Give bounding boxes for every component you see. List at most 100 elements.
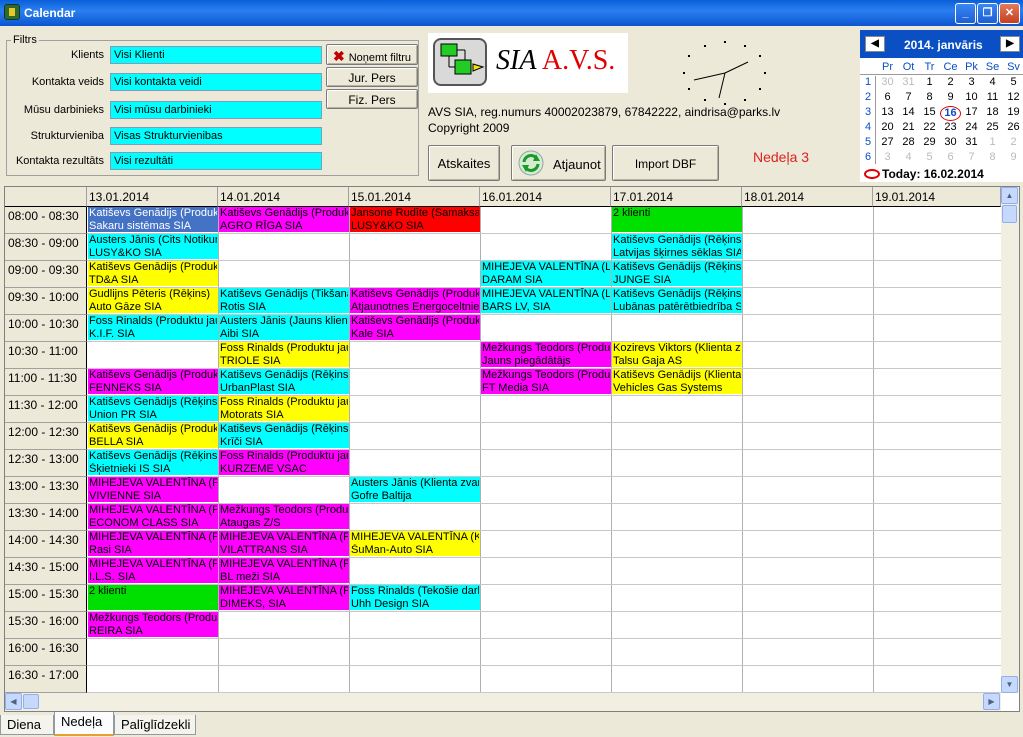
week-number[interactable]: 4: [861, 121, 875, 136]
appointment[interactable]: Katiševs Genādijs (Rēķins) JUNGE SIA: [612, 261, 742, 287]
appointment[interactable]: Kozirevs Viktors (Klienta zva Talsu Gaja …: [612, 342, 742, 368]
week-number[interactable]: 2: [861, 91, 875, 106]
appointment[interactable]: Katiševs Genādijs (Produktu Sakaru sistēm…: [88, 207, 218, 233]
appointment[interactable]: MIHEJEVA VALENTĪNA (Li DARAM SIA: [481, 261, 611, 287]
calendar-day[interactable]: 5: [919, 151, 940, 166]
close-button[interactable]: ✕: [999, 3, 1020, 24]
calendar-day[interactable]: 7: [961, 151, 982, 166]
calendar-day[interactable]: 24: [961, 121, 982, 136]
tab-nedela[interactable]: Nedeļa: [54, 712, 114, 736]
calendar-day[interactable]: 16: [940, 106, 961, 121]
appointment[interactable]: Katiševs Genādijs (Produkt Kale SIA: [350, 315, 480, 341]
calendar-day[interactable]: 4: [982, 76, 1003, 91]
date-header[interactable]: 13.01.2014: [87, 187, 218, 207]
appointment[interactable]: Katiševs Genādijs (Rēķins) Lubānas patērē…: [612, 288, 742, 314]
appointment[interactable]: Katiševs Genādijs (Produktu AGRO RĪGA SIA: [219, 207, 349, 233]
date-header[interactable]: 16.01.2014: [480, 187, 611, 207]
horizontal-scroll-thumb[interactable]: [23, 694, 39, 709]
calendar-day[interactable]: 1: [919, 76, 940, 91]
calendar-day[interactable]: 18: [982, 106, 1003, 121]
fiz-pers-button[interactable]: Fiz. Pers: [326, 89, 418, 109]
calendar-day[interactable]: 13: [877, 106, 898, 121]
calendar-day[interactable]: 12: [1003, 91, 1023, 106]
tab-diena[interactable]: Diena: [0, 715, 54, 735]
horizontal-scrollbar[interactable]: ◀ ▶: [5, 693, 1001, 711]
clear-filter-button[interactable]: ✖ Noņemt filtru: [326, 44, 418, 65]
calendar-day[interactable]: 26: [1003, 121, 1023, 136]
calendar-day[interactable]: 6: [877, 91, 898, 106]
appointment[interactable]: MIHEJEVA VALENTĪNA (P BL meži SIA: [219, 558, 349, 584]
calendar-day[interactable]: 3: [961, 76, 982, 91]
date-header[interactable]: 17.01.2014: [611, 187, 742, 207]
refresh-button[interactable]: Atjaunot: [511, 145, 606, 181]
appointment[interactable]: MIHEJEVA VALENTĪNA (P VIVIENNE SIA: [88, 477, 218, 503]
appointment[interactable]: MIHEJEVA VALENTĪNA (P ECONOM CLASS SIA: [88, 504, 218, 530]
calendar-day[interactable]: 17: [961, 106, 982, 121]
appointment[interactable]: Foss Rinalds (Produktu jaur Motorats SIA: [219, 396, 349, 422]
prev-month-button[interactable]: ◀: [865, 36, 885, 52]
appointment[interactable]: Austers Jānis (Jauns klients Aibi SIA: [219, 315, 349, 341]
appointment[interactable]: Foss Rinalds (Tekošie darbi Uhh Design SI…: [350, 585, 480, 611]
filter-field[interactable]: Visi rezultāti: [110, 152, 322, 170]
calendar-day[interactable]: 5: [1003, 76, 1023, 91]
calendar-day[interactable]: 7: [898, 91, 919, 106]
appointment[interactable]: 2 klienti: [612, 207, 742, 233]
scroll-down-icon[interactable]: ▼: [1001, 676, 1018, 693]
reports-button[interactable]: Atskaites: [428, 145, 500, 181]
appointment[interactable]: Mežkungs Teodors (Produk FT Media SIA: [481, 369, 611, 395]
appointment[interactable]: Gudlijns Pēteris (Rēķins) Auto Gāze SIA: [88, 288, 218, 314]
week-number[interactable]: 3: [861, 106, 875, 121]
calendar-day[interactable]: 9: [940, 91, 961, 106]
calendar-day[interactable]: 31: [898, 76, 919, 91]
appointment[interactable]: MIHEJEVA VALENTĪNA (P Rasi SIA: [88, 531, 218, 557]
calendar-day[interactable]: 22: [919, 121, 940, 136]
appointment[interactable]: Mežkungs Teodors (Produk REIRA SIA: [88, 612, 218, 638]
calendar-day[interactable]: 23: [940, 121, 961, 136]
calendar-day[interactable]: 8: [982, 151, 1003, 166]
jur-pers-button[interactable]: Jur. Pers: [326, 67, 418, 87]
date-header[interactable]: 15.01.2014: [349, 187, 480, 207]
appointment[interactable]: Foss Rinalds (Produktu jaur KURZEME VSAC: [219, 450, 349, 476]
appointment[interactable]: MIHEJEVA VALENTĪNA (P VILATTRANS SIA: [219, 531, 349, 557]
week-number[interactable]: 6: [861, 151, 875, 166]
calendar-day[interactable]: 21: [898, 121, 919, 136]
calendar-day[interactable]: 10: [961, 91, 982, 106]
appointment[interactable]: MIHEJEVA VALENTĪNA (P DIMEKS, SIA: [219, 585, 349, 611]
calendar-day[interactable]: 2: [1003, 136, 1023, 151]
appointment[interactable]: Katiševs Genādijs (Rēķins) Krīči SIA: [219, 423, 349, 449]
filter-field[interactable]: Visi mūsu darbinieki: [110, 101, 322, 119]
appointment[interactable]: Katiševs Genādijs (Produkt FENNEKS SIA: [88, 369, 218, 395]
import-dbf-button[interactable]: Import DBF: [612, 145, 719, 181]
appointment[interactable]: Katiševs Genādijs (Klienta z Vehicles Gas…: [612, 369, 742, 395]
appointment[interactable]: MIHEJEVA VALENTĪNA (P I.L.S. SIA: [88, 558, 218, 584]
appointment[interactable]: Katiševs Genādijs (Rēķins) Union PR SIA: [88, 396, 218, 422]
calendar-day[interactable]: 31: [961, 136, 982, 151]
tab-paliglidzekli[interactable]: Palīglīdzekli: [114, 715, 196, 735]
appointment[interactable]: Katiševs Genādijs (Tikšanā Rotis SIA: [219, 288, 349, 314]
appointment[interactable]: 2 klienti: [88, 585, 218, 611]
scroll-right-icon[interactable]: ▶: [983, 693, 1000, 710]
appointment[interactable]: MIHEJEVA VALENTĪNA (Li BARS LV, SIA: [481, 288, 611, 314]
vertical-scrollbar[interactable]: ▲ ▼: [1001, 187, 1019, 693]
appointment[interactable]: Austers Jānis (Klienta zvans Gofre Baltij…: [350, 477, 480, 503]
calendar-day[interactable]: 6: [940, 151, 961, 166]
calendar-day[interactable]: 15: [919, 106, 940, 121]
calendar-day[interactable]: 8: [919, 91, 940, 106]
week-number[interactable]: 5: [861, 136, 875, 151]
calendar-day[interactable]: 14: [898, 106, 919, 121]
calendar-day[interactable]: 25: [982, 121, 1003, 136]
calendar-day[interactable]: 29: [919, 136, 940, 151]
date-header[interactable]: 14.01.2014: [218, 187, 349, 207]
appointment[interactable]: Katiševs Genādijs (Rēķins) Šķietnieki IS …: [88, 450, 218, 476]
calendar-day[interactable]: 27: [877, 136, 898, 151]
filter-field[interactable]: Visi Klienti: [110, 46, 322, 64]
maximize-button[interactable]: ❐: [977, 3, 998, 24]
scroll-left-icon[interactable]: ◀: [5, 693, 22, 710]
appointment[interactable]: Foss Rinalds (Produktu jaur K.I.F. SIA: [88, 315, 218, 341]
appointment[interactable]: Katiševs Genādijs (Produkt BELLA SIA: [88, 423, 218, 449]
appointment[interactable]: Katiševs Genādijs (Produkt Atjaunotnes En…: [350, 288, 480, 314]
date-header[interactable]: 18.01.2014: [742, 187, 873, 207]
appointment[interactable]: Austers Jānis (Cits Notikums LUSY&KO SIA: [88, 234, 218, 260]
appointment[interactable]: MIHEJEVA VALENTĪNA (K ŠuMan-Auto SIA: [350, 531, 480, 557]
scroll-up-icon[interactable]: ▲: [1001, 187, 1018, 204]
